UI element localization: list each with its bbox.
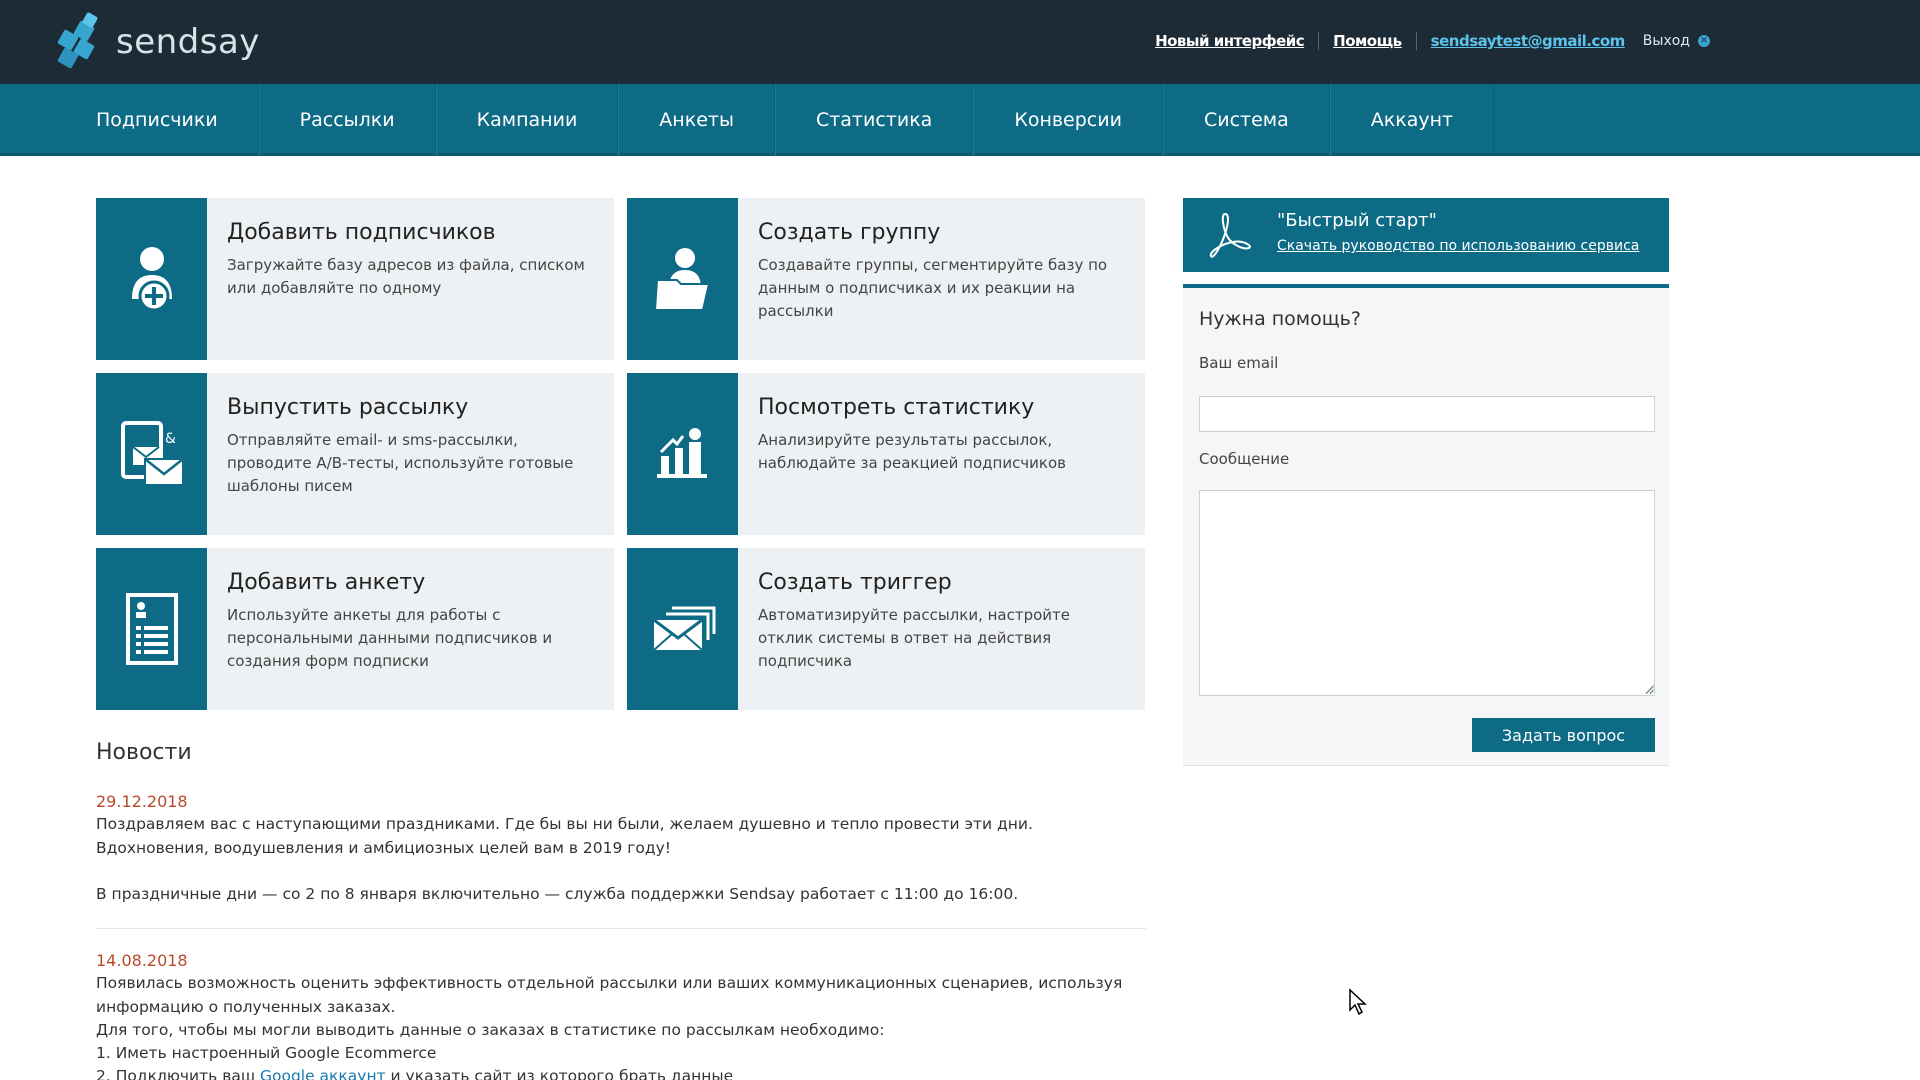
tile-description: Анализируйте результаты рассылок, наблюд…: [758, 431, 1066, 472]
group-folder-icon: [627, 198, 738, 360]
message-label: Сообщение: [1199, 450, 1290, 468]
tile-create-group[interactable]: Создать группу Создавайте группы, сегмен…: [627, 198, 1145, 360]
account-email-link[interactable]: sendsaytest@gmail.com: [1431, 32, 1626, 50]
top-header: sendsay Новый интерфейс Помощь sendsayte…: [0, 0, 1920, 84]
nav-item-subscribers[interactable]: Подписчики: [56, 84, 259, 156]
tile-create-trigger[interactable]: Создать триггер Автоматизируйте рассылки…: [627, 548, 1145, 710]
tile-title: Создать группу: [758, 220, 941, 245]
header-links: Новый интерфейс Помощь sendsaytest@gmail…: [1155, 32, 1710, 50]
help-form-title: Нужна помощь?: [1199, 308, 1361, 330]
news-text: 1. Иметь настроенный Google Ecommerce: [96, 1044, 437, 1062]
tile-title: Посмотреть статистику: [758, 395, 1035, 420]
tile-description: Создавайте группы, сегментируйте базу по…: [758, 256, 1108, 320]
tile-title: Добавить подписчиков: [227, 220, 496, 245]
nav-item-campaigns[interactable]: Кампании: [435, 84, 619, 156]
news-text: В праздничные дни — со 2 по 8 января вкл…: [96, 885, 1019, 903]
email-field[interactable]: [1199, 396, 1655, 432]
nav-item-system[interactable]: Система: [1162, 84, 1330, 156]
quick-start-title: "Быстрый старт": [1277, 210, 1437, 231]
email-label: Ваш email: [1199, 354, 1279, 372]
logout-icon[interactable]: ✕: [1698, 35, 1710, 47]
nav-item-account[interactable]: Аккаунт: [1329, 84, 1495, 156]
message-textarea[interactable]: [1199, 490, 1655, 696]
stats-icon: [627, 373, 738, 535]
divider: [1415, 32, 1417, 50]
news-date: 29.12.2018: [96, 792, 188, 811]
news-date: 14.08.2018: [96, 951, 188, 970]
trigger-mail-icon: [627, 548, 738, 710]
download-guide-link[interactable]: Скачать руководство по использованию сер…: [1277, 238, 1639, 254]
tile-add-subscribers[interactable]: Добавить подписчиков Загружайте базу адр…: [96, 198, 614, 360]
logo[interactable]: sendsay: [54, 11, 260, 70]
quick-start-banner: "Быстрый старт" Скачать руководство по и…: [1183, 198, 1669, 272]
form-icon: [96, 548, 207, 710]
new-interface-link[interactable]: Новый интерфейс: [1155, 32, 1305, 50]
tile-description: Автоматизируйте рассылки, настройте откл…: [758, 606, 1070, 670]
news-heading: Новости: [96, 740, 192, 765]
pdf-icon: [1203, 210, 1253, 260]
svg-text:&: &: [165, 431, 176, 447]
news-text-part: и указать сайт из которого брать данные: [385, 1067, 734, 1080]
logo-mark-icon: [54, 11, 102, 70]
add-user-icon: [96, 198, 207, 360]
news-divider: [96, 928, 1146, 929]
tile-title: Добавить анкету: [227, 570, 426, 595]
news-text: 2. Подключить ваш Google аккаунт и указа…: [96, 1065, 1146, 1080]
ask-question-button[interactable]: Задать вопрос: [1472, 718, 1655, 752]
mouse-cursor-icon: [1349, 988, 1367, 1016]
tile-description: Загружайте базу адресов из файла, списко…: [227, 256, 585, 297]
tile-description: Используйте анкеты для работы с персонал…: [227, 606, 553, 670]
main-nav: Подписчики Рассылки Кампании Анкеты Стат…: [0, 84, 1920, 156]
tile-description: Отправляйте email- и sms-рассылки, прово…: [227, 431, 574, 495]
help-form: Нужна помощь? Ваш email Сообщение Задать…: [1183, 284, 1669, 766]
google-account-link[interactable]: Google аккаунт: [260, 1067, 386, 1080]
nav-item-mailings[interactable]: Рассылки: [258, 84, 436, 156]
news-text: Поздравляем вас с наступающими праздника…: [96, 815, 1033, 857]
logout-link[interactable]: Выход: [1643, 33, 1690, 49]
divider: [1318, 32, 1320, 50]
news-text-part: 2. Подключить ваш: [96, 1067, 260, 1080]
tile-title: Выпустить рассылку: [227, 395, 469, 420]
mail-sms-icon: &: [96, 373, 207, 535]
nav-item-conversions[interactable]: Конверсии: [973, 84, 1163, 156]
news-text: Для того, чтобы мы могли выводить данные…: [96, 1021, 885, 1039]
tile-add-form[interactable]: Добавить анкету Используйте анкеты для р…: [96, 548, 614, 710]
logo-text: sendsay: [116, 22, 260, 62]
tile-title: Создать триггер: [758, 570, 952, 595]
news-text: Появилась возможность оценить эффективно…: [96, 974, 1123, 1016]
tile-send-mailing[interactable]: & Выпустить рассылку Отправляйте email- …: [96, 373, 614, 535]
tile-view-statistics[interactable]: Посмотреть статистику Анализируйте резул…: [627, 373, 1145, 535]
nav-item-statistics[interactable]: Статистика: [774, 84, 974, 156]
help-link[interactable]: Помощь: [1333, 32, 1402, 50]
nav-item-forms[interactable]: Анкеты: [618, 84, 775, 156]
resize-grip-icon[interactable]: [1643, 682, 1655, 694]
